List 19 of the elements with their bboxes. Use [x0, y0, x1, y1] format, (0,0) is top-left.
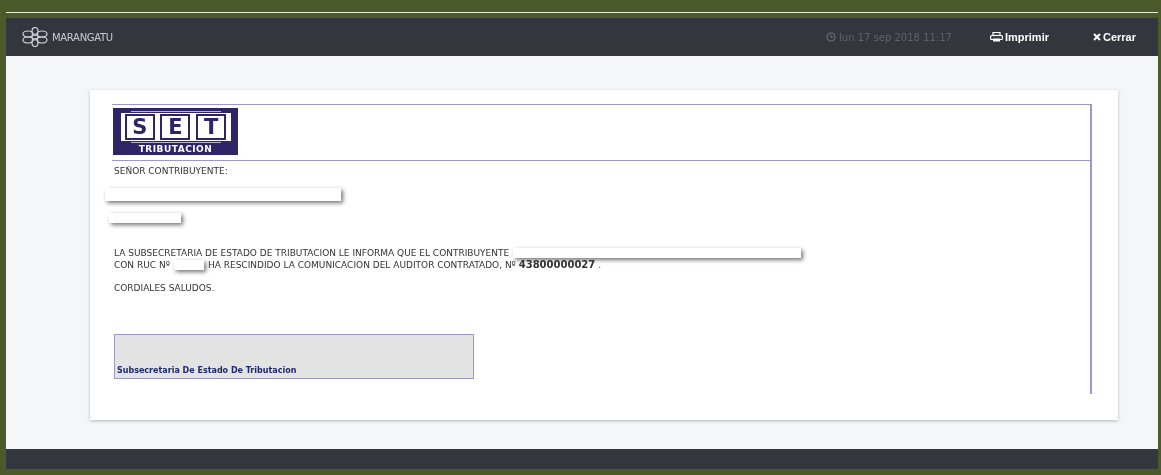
logo-letter: E: [160, 113, 191, 140]
brand-name: MARANGATU: [52, 31, 113, 43]
clock-icon: [826, 32, 837, 42]
redacted-block: [109, 213, 181, 223]
message-text: LA SUBSECRETARIA DE ESTADO DE TRIBUTACION LE INFORMA QUE EL CONTRIBUYENTE: [114, 247, 510, 259]
close-button[interactable]: Cerrar: [1092, 31, 1136, 43]
print-button[interactable]: Imprimir: [989, 31, 1049, 43]
logo-title: TRIBUTACION: [138, 144, 213, 154]
logo-letter: T: [196, 113, 227, 140]
redacted-block: [173, 260, 204, 270]
signature-text: Subsecretaria De Estado De Tributacion: [117, 366, 297, 375]
message-text: HA RESCINDIDO LA COMUNICACION DEL AUDITOR CONTRATADO, Nº 43800000027 .: [207, 259, 601, 271]
message-text: CON RUC Nº: [114, 259, 170, 271]
logo-letter: S: [124, 113, 155, 140]
closing-text: CORDIALES SALUDOS.: [114, 283, 216, 294]
flower-logo-icon: [20, 27, 50, 47]
printer-icon: [989, 32, 1003, 42]
salutation-text: SEÑOR CONTRIBUYENTE:: [114, 166, 229, 177]
close-icon: [1092, 33, 1101, 41]
